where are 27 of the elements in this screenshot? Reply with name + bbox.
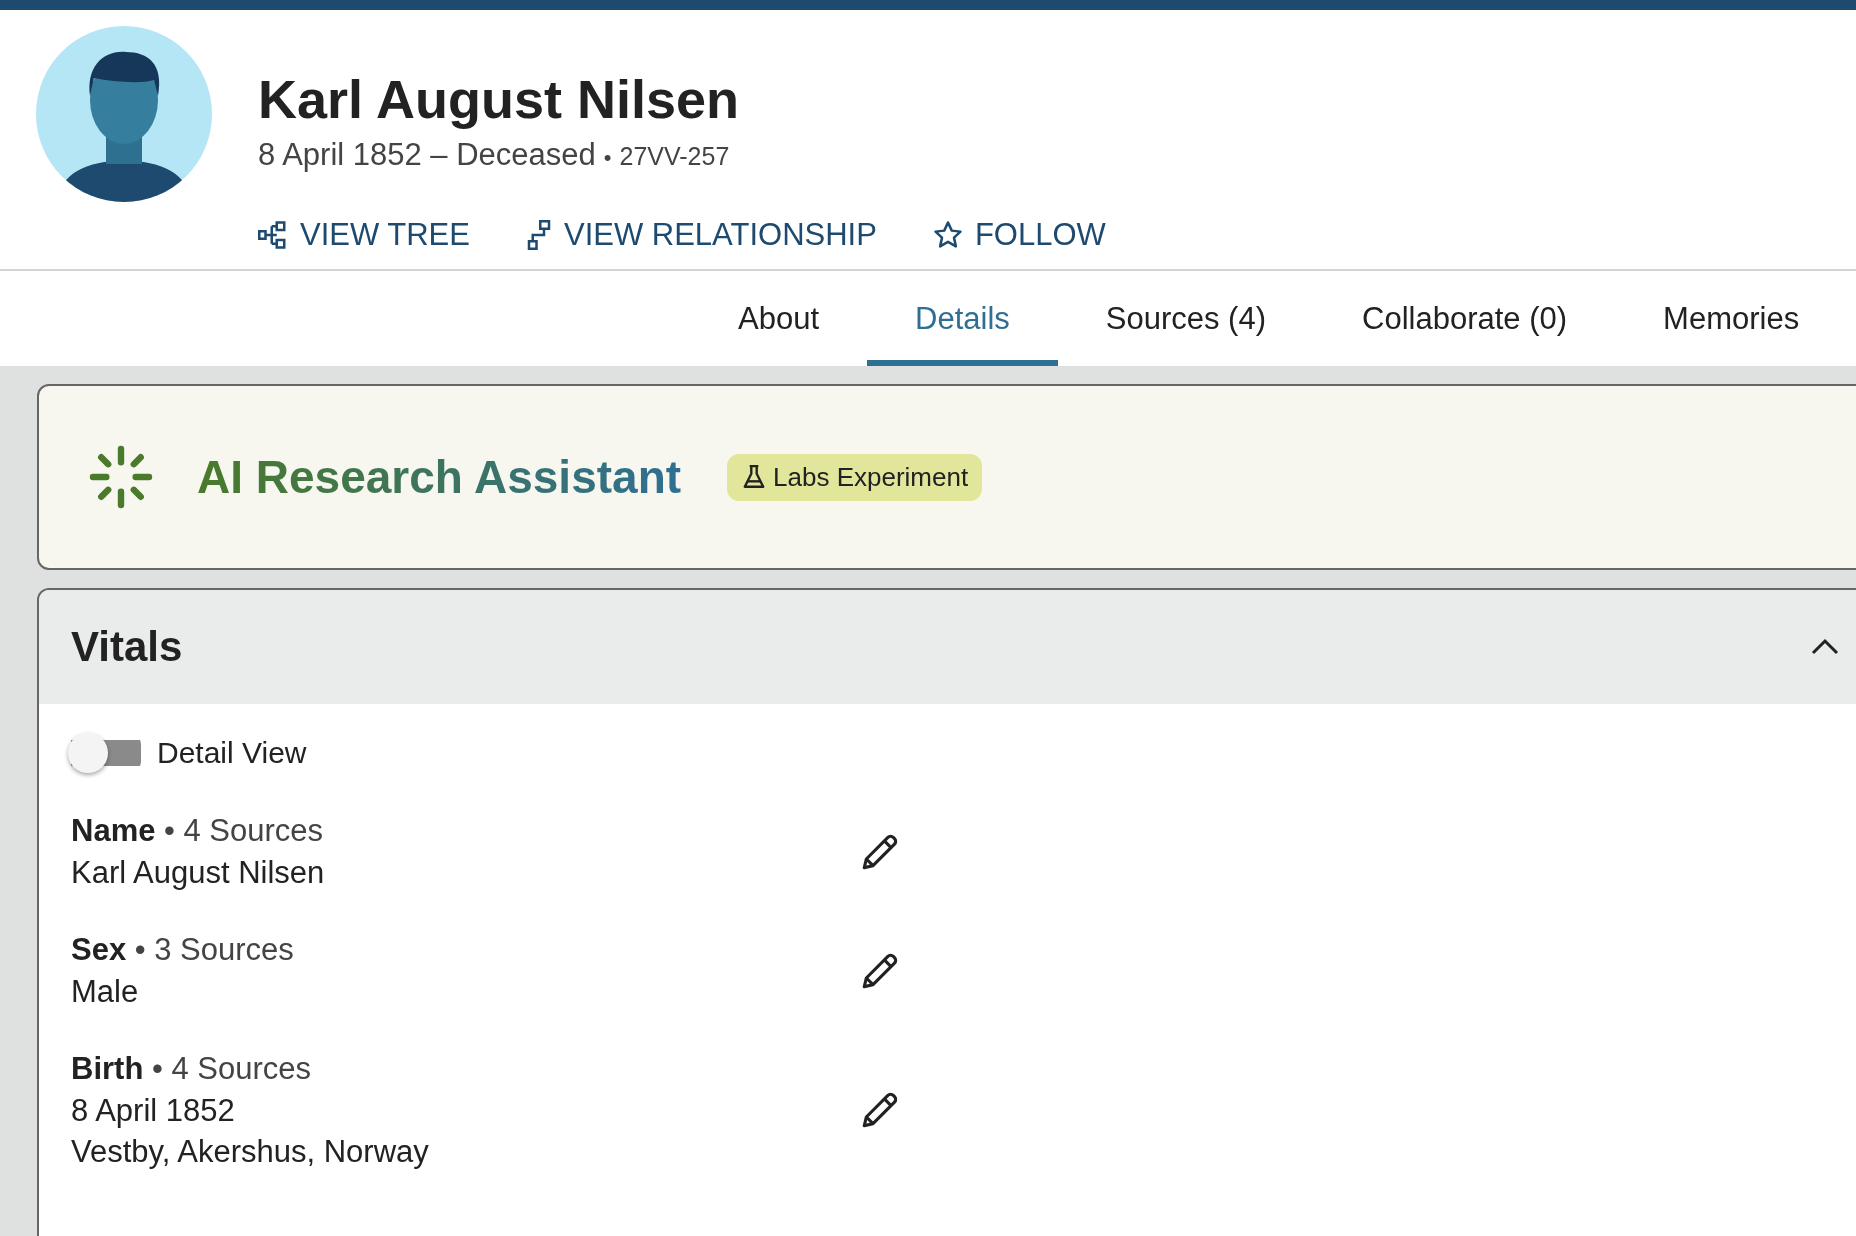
tree-icon bbox=[258, 220, 288, 251]
fact-heading: Birth • 4 Sources bbox=[71, 1050, 312, 1088]
sparkle-icon bbox=[89, 445, 153, 509]
separator-dot: • bbox=[603, 145, 612, 172]
person-name: Karl August Nilsen bbox=[258, 70, 741, 130]
fact-value: 8 April 1852 bbox=[71, 1092, 236, 1130]
fact-heading: Name • 4 Sources bbox=[71, 812, 325, 850]
lifespan-text: 8 April 1852 – Deceased bbox=[258, 137, 596, 174]
person-id: 27VV-257 bbox=[619, 142, 730, 172]
star-icon bbox=[932, 220, 963, 251]
chevron-icon[interactable] bbox=[1810, 637, 1840, 657]
fact-value: Male bbox=[71, 973, 140, 1011]
action-link[interactable]: VIEW TREE bbox=[258, 217, 470, 254]
fact-value: Karl August Nilsen bbox=[71, 854, 325, 892]
tab[interactable]: Details bbox=[867, 271, 1058, 366]
badge-label: Labs Experiment bbox=[773, 461, 969, 493]
fact-value: Vestby, Akershus, Norway bbox=[71, 1133, 429, 1171]
action-link[interactable]: VIEW RELATIONSHIP bbox=[525, 217, 877, 254]
action-link[interactable]: FOLLOW bbox=[932, 217, 1106, 254]
relationship-icon bbox=[525, 220, 552, 251]
tab[interactable]: About bbox=[690, 271, 867, 366]
tab[interactable]: Collaborate (0) bbox=[1314, 271, 1616, 366]
tab[interactable]: Memories bbox=[1615, 271, 1848, 366]
switch-label: Detail View bbox=[157, 736, 307, 770]
fact-heading: Sex • 3 Sources bbox=[71, 931, 294, 969]
vitals-title: Vitals bbox=[71, 623, 183, 671]
tab[interactable]: Sources (4) bbox=[1057, 271, 1314, 366]
